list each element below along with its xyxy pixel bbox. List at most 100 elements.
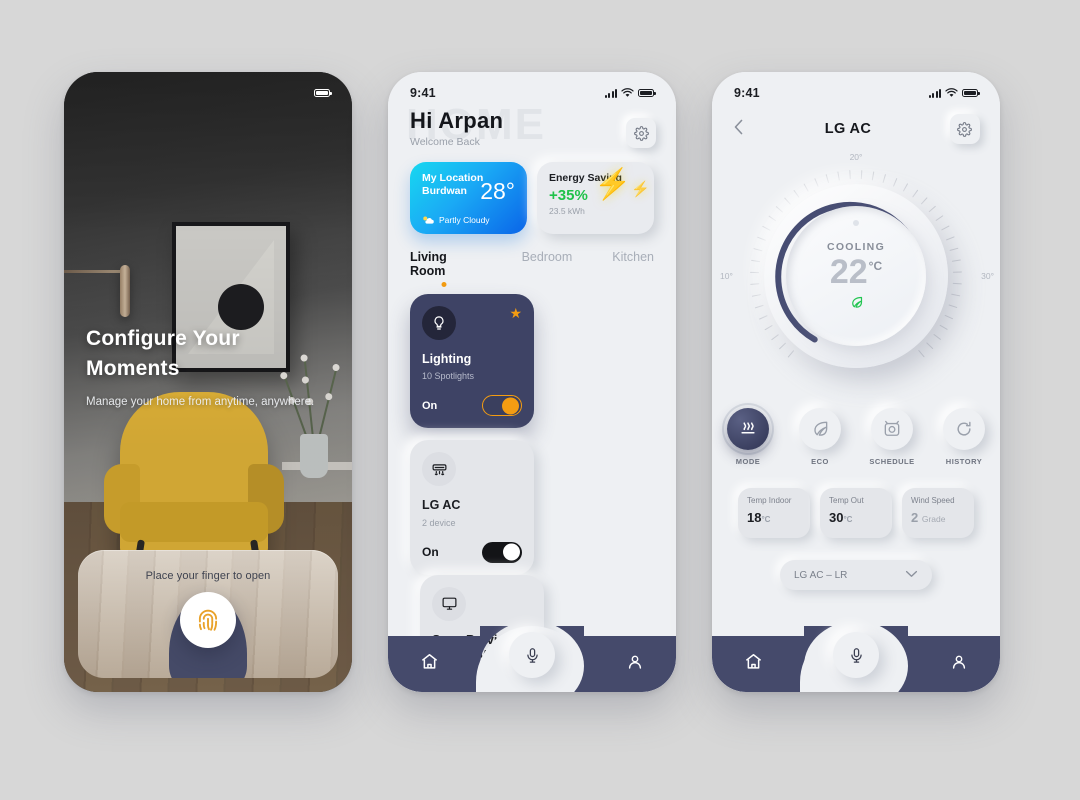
phone-thermostat: 9:41 LG AC 20° 10° 30° COOLING 22°C MODE… bbox=[712, 72, 1000, 692]
microphone-icon bbox=[526, 647, 538, 663]
tab-kitchen[interactable]: Kitchen bbox=[612, 250, 654, 264]
signal-icon bbox=[604, 88, 617, 98]
summary-cards: My Location Burdwan 28° Partly Cloudy En… bbox=[388, 148, 676, 234]
device-state: On bbox=[422, 545, 439, 559]
tab-label: Bedroom bbox=[521, 250, 573, 264]
status-icons bbox=[928, 88, 980, 98]
mode-button-schedule[interactable]: SCHEDULE bbox=[865, 408, 919, 466]
lightbulb-icon bbox=[434, 316, 444, 330]
device-card-lighting[interactable]: ★ Lighting 10 Spotlights On bbox=[410, 294, 534, 429]
home-icon bbox=[745, 654, 762, 669]
stat-value-row: 18°C bbox=[747, 510, 801, 525]
stat-value-row: 2 Grade bbox=[911, 510, 965, 525]
tab-label: Living Room bbox=[410, 250, 447, 278]
air-conditioner-icon bbox=[432, 464, 446, 475]
thermostat-header: LG AC bbox=[712, 106, 1000, 144]
mode-button-history[interactable]: HISTORY bbox=[937, 408, 991, 466]
battery-icon bbox=[314, 89, 332, 97]
nav-home-button[interactable] bbox=[420, 652, 439, 676]
mode-label: HISTORY bbox=[945, 457, 983, 466]
stat-value: 30 bbox=[829, 510, 844, 525]
signal-icon bbox=[928, 88, 941, 98]
device-name: LG AC bbox=[422, 498, 461, 513]
dial-mode-text: COOLING bbox=[826, 240, 886, 253]
device-column-left: ★ Lighting 10 Spotlights On LG AC 2 devi… bbox=[410, 294, 534, 575]
leaf-icon bbox=[799, 408, 841, 450]
status-time: 9:41 bbox=[734, 86, 760, 100]
onboarding-copy: Configure Your Moments Manage your home … bbox=[86, 324, 332, 411]
tv-icon bbox=[442, 597, 456, 610]
page-subtitle: Manage your home from anytime, anywhere. bbox=[86, 395, 315, 408]
battery-icon bbox=[962, 89, 980, 97]
device-toggle[interactable] bbox=[482, 395, 522, 417]
weather-card[interactable]: My Location Burdwan 28° Partly Cloudy bbox=[410, 162, 527, 234]
mode-button-eco[interactable]: ECO bbox=[793, 408, 847, 466]
phone-home: 9:41 HOME Hi Arpan Welcome Back My Locat… bbox=[388, 72, 676, 692]
status-bar: 9:41 bbox=[712, 72, 1000, 106]
energy-kwh: 23.5 kWh bbox=[549, 206, 585, 216]
stat-unit: °C bbox=[843, 515, 853, 524]
dial-indicator-dot bbox=[853, 220, 859, 226]
dial-inner-face: COOLING 22°C bbox=[786, 206, 926, 346]
thermostat-screen: 9:41 LG AC 20° 10° 30° COOLING 22°C MODE… bbox=[712, 72, 1000, 692]
fingerprint-icon bbox=[198, 609, 218, 631]
mode-label: ECO bbox=[811, 457, 829, 466]
stat-label: Temp Out bbox=[829, 496, 864, 505]
nav-voice-button[interactable] bbox=[509, 632, 555, 678]
stat-card-wind-speed: Wind Speed 2 Grade bbox=[902, 488, 974, 538]
microphone-icon bbox=[850, 647, 862, 663]
wifi-icon bbox=[621, 88, 634, 97]
unlock-panel: Place your finger to open bbox=[78, 550, 338, 678]
cloud-sun-icon bbox=[423, 216, 434, 224]
stat-unit: °C bbox=[761, 515, 771, 524]
tab-bedroom[interactable]: Bedroom bbox=[522, 250, 573, 264]
greeting-block: Hi Arpan Welcome Back bbox=[410, 108, 654, 148]
page-title: Configure Your Moments bbox=[86, 327, 240, 380]
lightning-bolt-icon: ⚡⚡ bbox=[593, 168, 650, 201]
chevron-left-icon bbox=[734, 119, 743, 135]
phone-onboarding: 9:41 Configure Your Moments Manage your … bbox=[64, 72, 352, 692]
device-meta: 10 Spotlights bbox=[422, 371, 475, 382]
battery-icon bbox=[638, 89, 656, 97]
greeting-subtitle: Welcome Back bbox=[410, 136, 480, 148]
bottom-nav bbox=[712, 626, 1000, 692]
dial-temperature-value: 22 bbox=[829, 252, 868, 291]
favorite-star-icon[interactable]: ★ bbox=[509, 305, 522, 322]
settings-button[interactable] bbox=[949, 114, 980, 144]
mode-button-mode[interactable]: MODE bbox=[721, 408, 775, 466]
weather-condition: Partly Cloudy bbox=[439, 215, 490, 225]
wifi-icon bbox=[945, 88, 958, 97]
bottom-nav bbox=[388, 626, 676, 692]
mode-buttons: MODE ECO SCHEDULE HISTORY bbox=[712, 408, 1000, 466]
home-icon bbox=[421, 654, 438, 669]
history-refresh-icon bbox=[943, 408, 985, 450]
weather-temp: 28° bbox=[480, 178, 515, 204]
stat-card-temp-out: Temp Out 30°C bbox=[820, 488, 892, 538]
device-card-lg-ac[interactable]: LG AC 2 device On bbox=[410, 440, 534, 575]
tab-label: Kitchen bbox=[612, 250, 654, 264]
dial-temperature: 22°C bbox=[830, 255, 882, 289]
fingerprint-button[interactable] bbox=[180, 592, 236, 648]
device-toggle[interactable] bbox=[482, 541, 522, 563]
temperature-dial[interactable]: 20° 10° 30° COOLING 22°C bbox=[720, 152, 994, 382]
device-control-row: On bbox=[422, 541, 522, 563]
back-button[interactable] bbox=[732, 118, 746, 140]
dial-label-right: 30° bbox=[981, 271, 994, 281]
tab-living-room[interactable]: Living Room bbox=[410, 250, 478, 287]
alarm-clock-icon bbox=[871, 408, 913, 450]
profile-icon bbox=[628, 655, 642, 669]
nav-voice-button[interactable] bbox=[833, 632, 879, 678]
stat-cards: Temp Indoor 18°C Temp Out 30°C Wind Spee… bbox=[712, 488, 1000, 538]
dial-label-left: 10° bbox=[720, 271, 733, 281]
device-selector-dropdown[interactable]: LG AC – LR bbox=[780, 560, 932, 590]
nav-profile-button[interactable] bbox=[950, 653, 968, 676]
nav-profile-button[interactable] bbox=[626, 653, 644, 676]
energy-card[interactable]: Energy Saving +35% 23.5 kWh ⚡⚡ bbox=[537, 162, 654, 234]
device-icon-wrap bbox=[422, 452, 456, 487]
nav-home-button[interactable] bbox=[744, 652, 763, 676]
greeting-title: Hi Arpan bbox=[410, 108, 504, 133]
page-title: LG AC bbox=[824, 121, 872, 137]
chevron-down-icon bbox=[905, 569, 918, 581]
device-icon-wrap bbox=[432, 586, 466, 621]
device-state: On bbox=[422, 399, 438, 412]
